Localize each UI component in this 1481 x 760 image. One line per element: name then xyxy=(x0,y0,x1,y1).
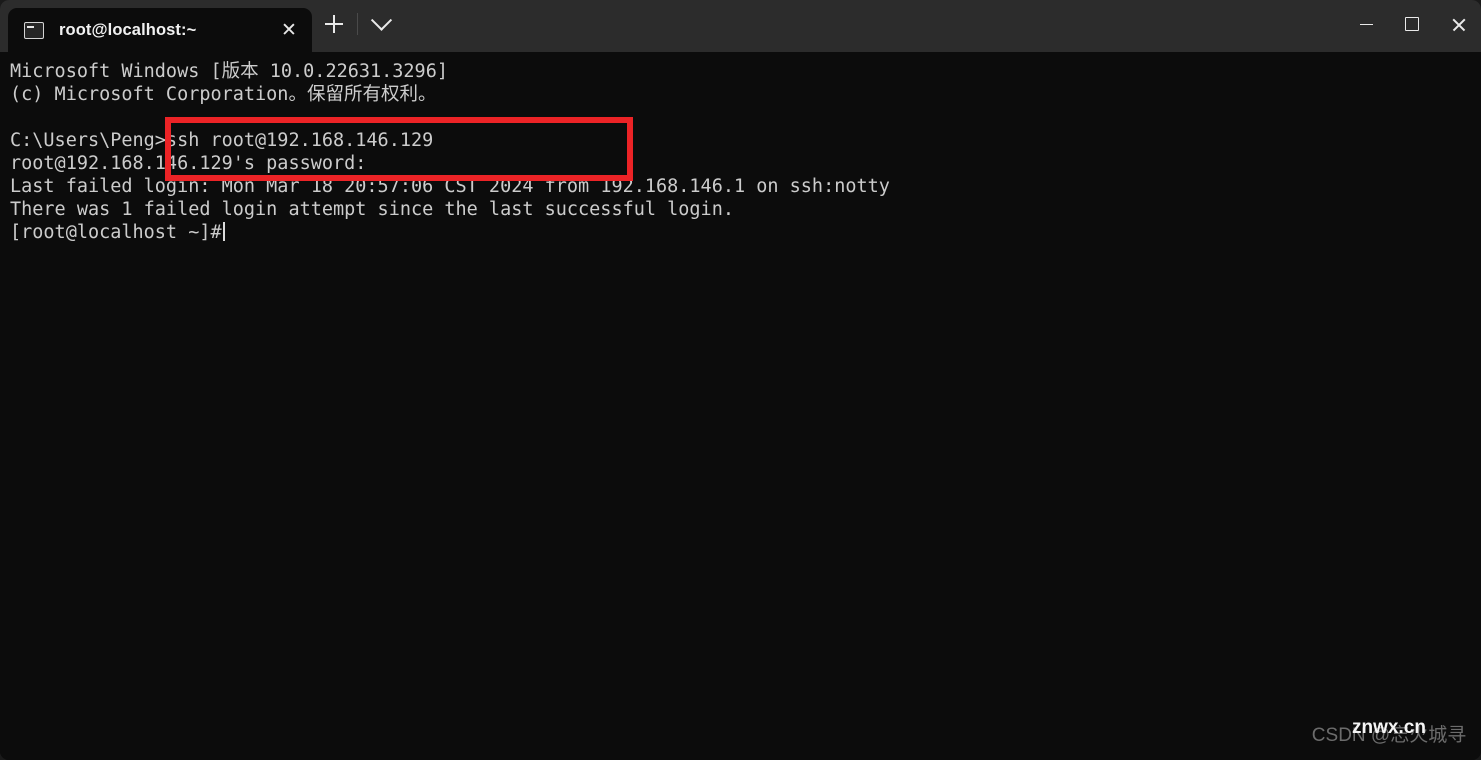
terminal-window: root@localhost:~ ✕ Microsoft Windows [版本… xyxy=(0,0,1481,760)
tab-actions-divider xyxy=(357,13,358,35)
window-controls xyxy=(1343,0,1481,48)
terminal-line: Last failed login: Mon Mar 18 20:57:06 C… xyxy=(10,176,890,197)
tab-close-icon[interactable]: ✕ xyxy=(272,13,306,47)
watermark: CSDN @忘火城寻 znwx.cn xyxy=(1309,715,1469,751)
shell-prompt-text: [root@localhost ~]# xyxy=(10,222,222,243)
close-window-button[interactable] xyxy=(1435,0,1481,48)
plus-icon xyxy=(325,15,343,33)
tab-dropdown-button[interactable] xyxy=(359,4,403,44)
chevron-down-icon xyxy=(370,9,392,31)
tab-actions xyxy=(312,0,403,52)
close-icon xyxy=(1451,17,1466,32)
terminal-line: There was 1 failed login attempt since t… xyxy=(10,199,734,220)
maximize-button[interactable] xyxy=(1389,0,1435,48)
terminal-line-command: C:\Users\Peng>ssh root@192.168.146.129 xyxy=(10,130,434,151)
text-cursor xyxy=(222,222,225,241)
terminal-icon xyxy=(24,21,44,39)
new-tab-button[interactable] xyxy=(312,4,356,44)
terminal-line: (c) Microsoft Corporation。保留所有权利。 xyxy=(10,84,437,105)
terminal-output[interactable]: Microsoft Windows [版本 10.0.22631.3296] (… xyxy=(0,52,1481,760)
terminal-line: Microsoft Windows [版本 10.0.22631.3296] xyxy=(10,61,448,82)
terminal-line-password-prompt: root@192.168.146.129's password: xyxy=(10,153,367,174)
minimize-icon xyxy=(1359,24,1373,25)
maximize-icon xyxy=(1405,17,1419,31)
watermark-site: znwx.cn xyxy=(1352,717,1426,738)
tab-root-localhost[interactable]: root@localhost:~ ✕ xyxy=(8,8,312,52)
tab-strip: root@localhost:~ ✕ xyxy=(0,0,312,52)
minimize-button[interactable] xyxy=(1343,0,1389,48)
title-bar[interactable]: root@localhost:~ ✕ xyxy=(0,0,1481,52)
terminal-line-prompt: [root@localhost ~]# xyxy=(10,221,1481,244)
tab-label: root@localhost:~ xyxy=(59,20,197,39)
